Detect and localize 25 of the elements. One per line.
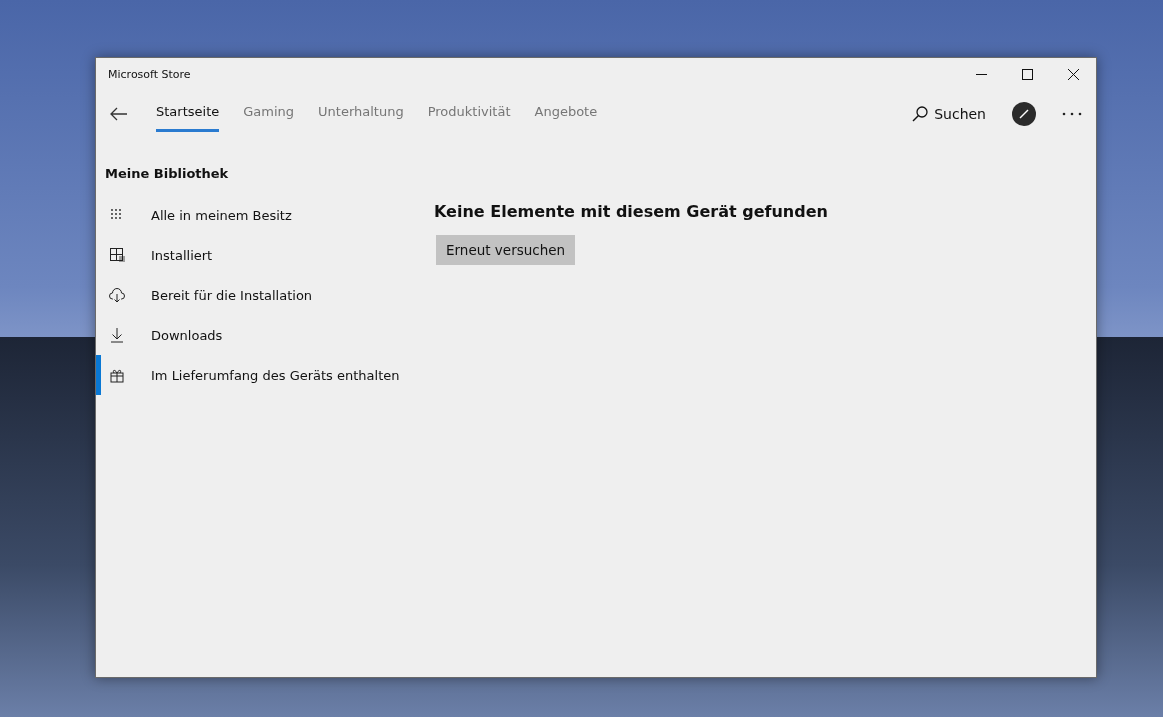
maximize-icon — [1021, 68, 1033, 80]
empty-state-message: Keine Elemente mit diesem Gerät gefunden — [434, 202, 828, 221]
gift-icon — [109, 367, 125, 383]
account-avatar-icon[interactable] — [1012, 102, 1036, 126]
nav-tab[interactable]: Gaming — [243, 96, 295, 132]
back-arrow-icon[interactable] — [110, 107, 128, 121]
sidebar-item[interactable]: Bereit für die Installation — [96, 275, 416, 315]
search-button[interactable]: Suchen — [908, 102, 990, 126]
sidebar-item[interactable]: Alle in meinem Besitz — [96, 195, 416, 235]
nav-tab[interactable]: Unterhaltung — [318, 96, 404, 132]
nav-tab[interactable]: Angebote — [534, 96, 598, 132]
sidebar-title: Meine Bibliothek — [104, 166, 230, 181]
window-title: Microsoft Store — [108, 67, 192, 81]
sidebar-item[interactable]: Downloads — [96, 315, 416, 355]
nav-tab[interactable]: Startseite — [156, 96, 220, 132]
tiles-list-icon — [109, 247, 125, 263]
sidebar-item[interactable]: Im Lieferumfang des Geräts enthalten — [96, 355, 416, 395]
cloud-download-icon — [109, 287, 125, 303]
search-icon — [912, 106, 929, 122]
close-icon — [1067, 68, 1079, 80]
retry-button[interactable]: Erneut versuchen — [436, 235, 576, 265]
sidebar-item[interactable]: Installiert — [96, 235, 416, 275]
more-options-icon[interactable] — [1062, 112, 1082, 116]
nav-tab[interactable]: Produktivität — [427, 96, 511, 132]
download-icon — [109, 327, 125, 343]
